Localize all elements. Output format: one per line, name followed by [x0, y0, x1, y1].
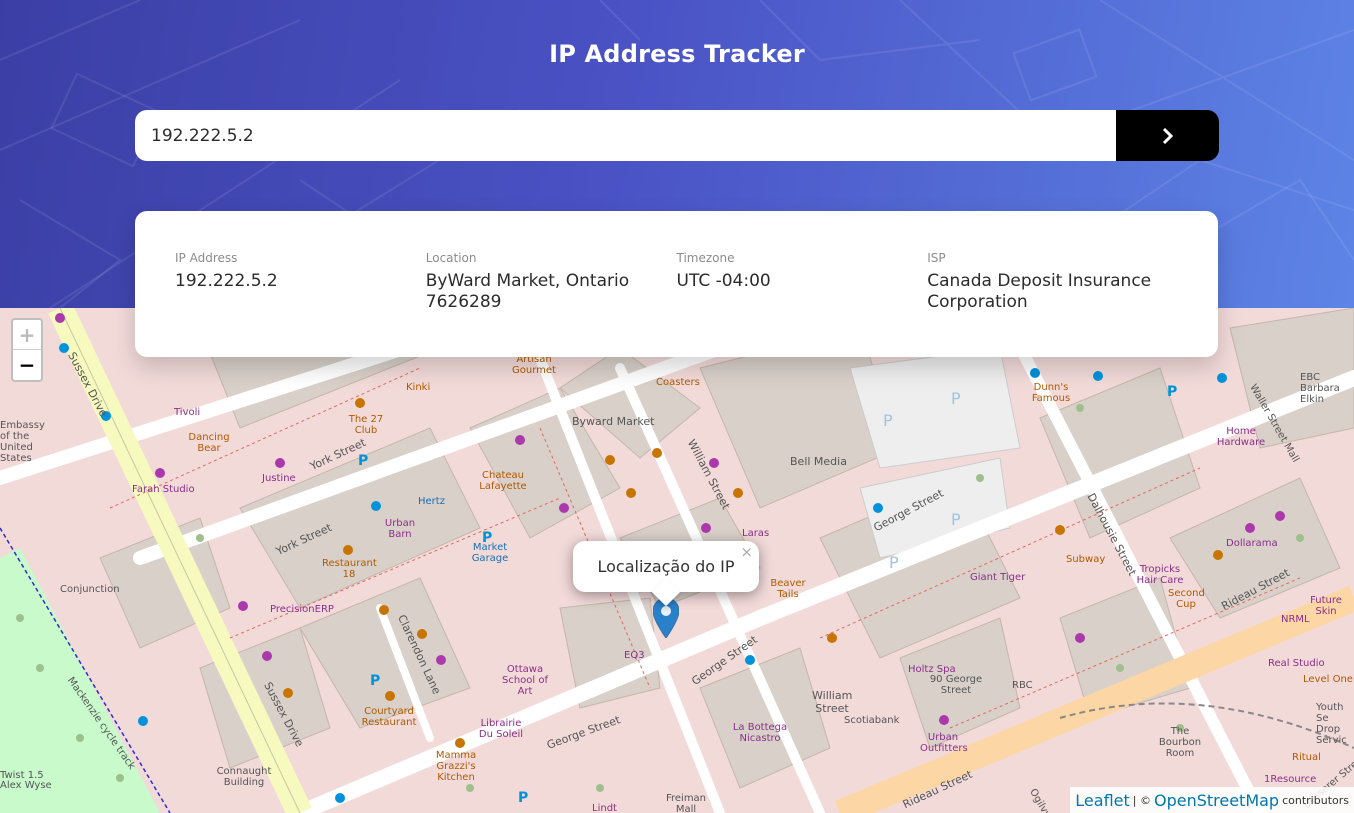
attribution-contributors: contributors: [1282, 793, 1349, 807]
ip-address-section: IP Address 192.222.5.2: [175, 251, 426, 317]
map-label-freiman-mall: Freiman Mall: [665, 793, 707, 813]
timezone-label: Timezone: [676, 251, 735, 265]
map-label-restaurant-18: Restaurant 18: [322, 558, 377, 580]
search-bar: [135, 110, 1219, 161]
map-label-alex-wyse: Alex Wyse: [0, 780, 52, 791]
location-section: Location ByWard Market, Ontario 7626289: [426, 251, 677, 317]
map-label-librairie: Librairie Du Soleil: [478, 718, 524, 740]
map-label-ottawa-school: Ottawa School of Art: [501, 664, 548, 697]
chevron-right-icon: [1162, 127, 1173, 144]
map-label-real-studio: Real Studio: [1268, 658, 1325, 669]
map-label-artisan-gourmet: Artisan Gourmet: [512, 354, 556, 376]
map-label-kinki: Kinki: [406, 382, 431, 393]
map-label-mamma-grazzi: Mamma Grazzi's Kitchen: [435, 750, 477, 783]
location-value-line1: ByWard Market, Ontario: [425, 271, 630, 291]
map-label-lindt: Lindt: [592, 803, 617, 813]
map-label-market-garage: Market Garage: [471, 542, 509, 564]
map-label-youth-se: Youth Se Drop Servic: [1316, 702, 1347, 746]
map-label-conjunction: Conjunction: [60, 584, 120, 595]
map-label-byward-market: Byward Market: [572, 415, 655, 428]
timezone-section: Timezone UTC -04:00: [677, 251, 928, 317]
map-label-la-bottega: La Bottega Nicastro: [732, 722, 788, 744]
isp-section: ISP Canada Deposit Insurance Corporation: [927, 251, 1178, 317]
map-label-second-cup: Second Cup: [1168, 588, 1205, 610]
map-label-farah-studio: Farah Studio: [132, 484, 195, 495]
ip-address-label: IP Address: [175, 251, 238, 265]
svg-text:P: P: [889, 553, 899, 572]
map-label-justine: Justine: [262, 473, 296, 484]
map-label-chateau-lafayette: Chateau Lafayette: [479, 470, 527, 492]
map-label-bourbon-room: The Bourbon Room: [1158, 726, 1202, 759]
isp-label: ISP: [927, 251, 946, 265]
map-label-courtyard: Courtyard Restaurant: [361, 706, 417, 728]
map-label-beaver-tails: Beaver Tails: [770, 578, 806, 600]
location-label: Location: [425, 251, 477, 265]
map-label-precision-erp: PrecisionERP: [270, 604, 334, 615]
timezone-value: UTC -04:00: [676, 271, 771, 291]
svg-text:P: P: [951, 389, 961, 408]
map-label-scotiabank: Scotiabank: [844, 715, 900, 726]
svg-text:P: P: [951, 510, 961, 529]
map-label-future-skin: Future Skin: [1310, 595, 1342, 617]
popup-close-button[interactable]: ×: [740, 543, 753, 561]
svg-text:P: P: [358, 453, 368, 469]
map-label-eq3: EQ3: [624, 650, 645, 661]
openstreetmap-link[interactable]: OpenStreetMap: [1154, 791, 1279, 810]
isp-value-line2: Corporation: [927, 292, 1028, 312]
map-label-tivoli: Tivoli: [174, 407, 201, 418]
map-attribution: Leaflet | © OpenStreetMap contributors: [1070, 787, 1354, 813]
location-value-line2: 7626289: [425, 292, 502, 312]
map-label-1resource: 1Resource: [1264, 774, 1317, 785]
svg-text:P: P: [370, 673, 380, 689]
isp-value-line1: Canada Deposit Insurance: [927, 271, 1152, 291]
map-label-connaught: Connaught Building: [216, 766, 272, 788]
map-label-giant-tiger: Giant Tiger: [970, 572, 1026, 583]
map-label-ebc: EBC Barbara Elkin: [1300, 372, 1340, 405]
ip-search-input[interactable]: [135, 110, 1116, 161]
zoom-out-button[interactable]: −: [13, 350, 41, 380]
ip-info-card: IP Address 192.222.5.2 Location ByWard M…: [135, 211, 1218, 357]
svg-text:P: P: [1167, 384, 1177, 400]
map-label-home-hardware: Home Hardware: [1216, 426, 1266, 448]
attribution-separator: | ©: [1132, 793, 1151, 807]
map-label-dunns: Dunn's Famous: [1031, 382, 1071, 404]
map-label-tropicks: Tropicks Hair Care: [1136, 564, 1184, 586]
zoom-control: + −: [11, 318, 43, 382]
map-label-subway: Subway: [1066, 554, 1106, 565]
map-label-dancing-bear: Dancing Bear: [188, 432, 230, 454]
map-label-rbc: RBC: [1012, 680, 1033, 691]
leaflet-link[interactable]: Leaflet: [1075, 791, 1129, 810]
map-label-embassy: Embassy of the United States: [0, 420, 45, 464]
search-submit-button[interactable]: [1116, 110, 1219, 161]
zoom-in-button[interactable]: +: [13, 320, 41, 350]
map-label-bell-media: Bell Media: [790, 455, 847, 468]
page-title: IP Address Tracker: [549, 40, 805, 68]
map-label-the-27-club: The 27 Club: [348, 414, 384, 436]
svg-text:P: P: [518, 790, 528, 806]
location-popup: Localização do IP ×: [573, 541, 759, 607]
map-label-urban-barn: Urban Barn: [384, 518, 416, 540]
map-label-90-george: 90 George Street: [929, 674, 983, 696]
map-label-urban-outfitters: Urban Outfitters: [920, 732, 968, 754]
map-label-laras: Laras: [742, 528, 770, 539]
map-label-coasters: Coasters: [656, 377, 700, 388]
map-label-dollarama: Dollarama: [1226, 538, 1278, 549]
popup-text: Localização do IP: [597, 557, 735, 576]
ip-address-value: 192.222.5.2: [175, 271, 278, 291]
map-label-ritual: Ritual: [1292, 752, 1321, 763]
map-label-william-street-2: William Street: [812, 689, 853, 715]
svg-text:P: P: [883, 411, 893, 430]
map-label-level-one: Level One: [1303, 674, 1353, 685]
map-label-hertz: Hertz: [418, 496, 445, 507]
